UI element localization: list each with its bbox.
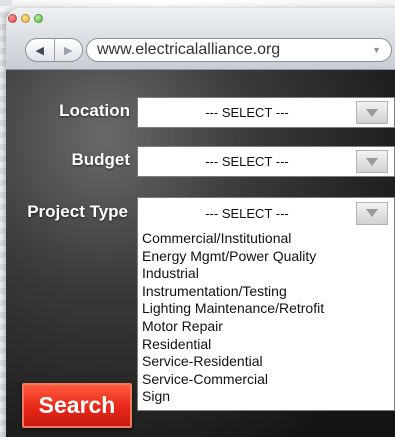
project-type-options: Commercial/Institutional Energy Mgmt/Pow… (137, 228, 395, 411)
address-bar-url: www.electricalalliance.org (97, 41, 281, 58)
dropdown-option[interactable]: Instrumentation/Testing (142, 283, 394, 301)
project-type-select-value: --- SELECT --- (205, 205, 289, 221)
chevron-down-icon[interactable] (356, 201, 388, 225)
forward-arrow-icon: ▶ (64, 44, 73, 57)
address-dropdown-icon[interactable]: ▼ (372, 45, 381, 55)
budget-select[interactable]: --- SELECT --- (137, 146, 395, 177)
chevron-down-icon[interactable] (356, 101, 388, 124)
search-button[interactable]: Search (22, 383, 132, 428)
dropdown-option[interactable]: Energy Mgmt/Power Quality (142, 248, 394, 266)
dropdown-option[interactable]: Service-Residential (142, 353, 394, 371)
close-window-icon[interactable] (8, 14, 17, 23)
address-bar[interactable]: www.electricalalliance.org ▼ (86, 38, 392, 62)
location-select[interactable]: --- SELECT --- (137, 97, 395, 128)
dropdown-option[interactable]: Motor Repair (142, 318, 394, 336)
window-controls (8, 14, 43, 23)
minimize-window-icon[interactable] (21, 14, 30, 23)
dropdown-option[interactable]: Industrial (142, 265, 394, 283)
back-arrow-icon: ◀ (35, 44, 44, 57)
budget-label: Budget (71, 150, 130, 169)
location-label: Location (59, 101, 130, 120)
browser-window: ◀ ▶ www.electricalalliance.org ▼ Locatio… (6, 8, 395, 437)
browser-toolbar: ◀ ▶ www.electricalalliance.org ▼ (6, 8, 395, 70)
dropdown-option[interactable]: Residential (142, 336, 394, 354)
budget-select-value: --- SELECT --- (205, 154, 289, 169)
dropdown-option[interactable]: Service-Commercial (142, 371, 394, 389)
chevron-down-icon[interactable] (356, 150, 388, 173)
nav-buttons: ◀ ▶ (25, 38, 83, 62)
dropdown-option[interactable]: Lighting Maintenance/Retrofit (142, 300, 394, 318)
dropdown-option[interactable]: Commercial/Institutional (142, 230, 394, 248)
forward-button[interactable]: ▶ (53, 39, 83, 61)
location-select-value: --- SELECT --- (205, 105, 289, 120)
project-type-label: Project Type (27, 202, 128, 221)
project-type-select[interactable]: --- SELECT --- (137, 197, 395, 228)
dropdown-option[interactable]: Sign (142, 388, 394, 406)
maximize-window-icon[interactable] (34, 14, 43, 23)
search-form: Location --- SELECT --- Budget --- SELEC… (6, 70, 395, 437)
back-button[interactable]: ◀ (26, 39, 54, 61)
